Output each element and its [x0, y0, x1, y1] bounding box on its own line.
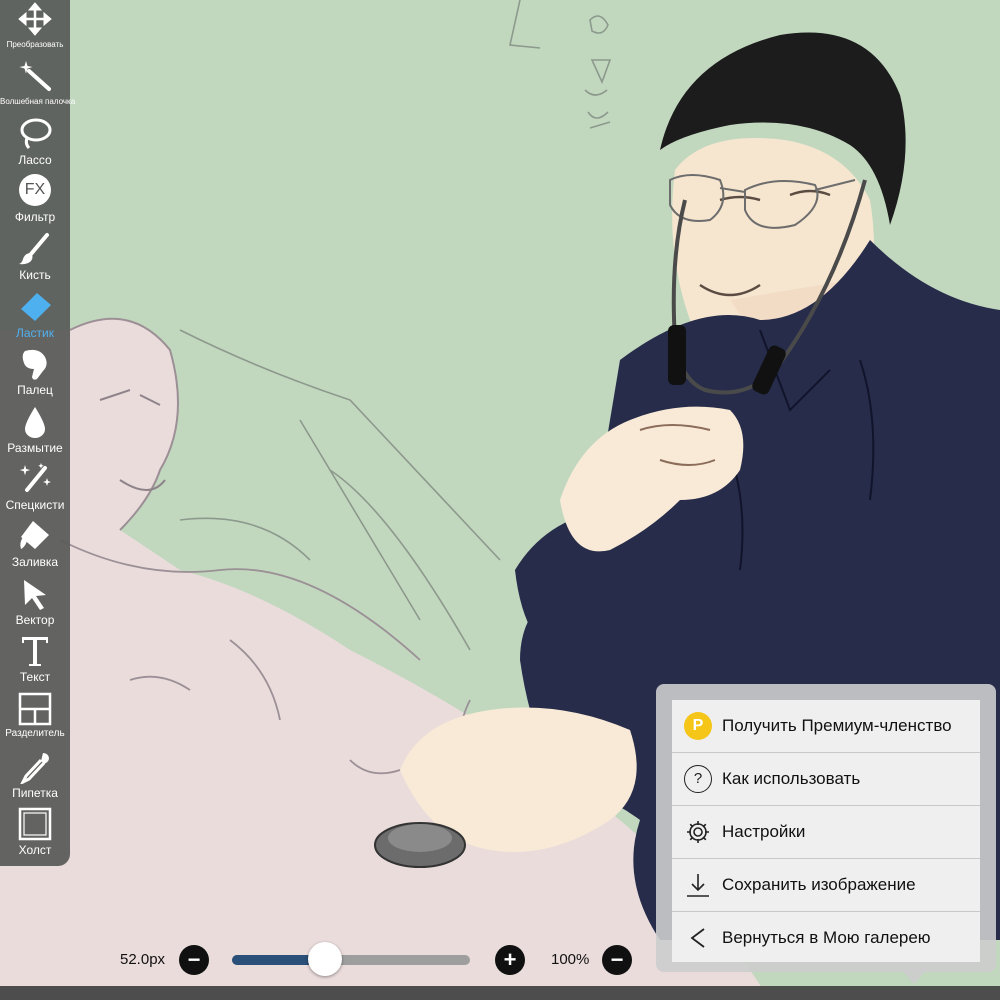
menu-item-premium[interactable]: P Получить Премиум-членство [672, 700, 980, 753]
tool-label: Разделитель [5, 728, 65, 739]
tool-text[interactable]: Текст [0, 632, 70, 688]
move-arrows-icon [18, 2, 52, 36]
bucket-fill-icon [20, 521, 49, 549]
tool-label: Преобразовать [6, 40, 64, 49]
brush-icon [19, 233, 49, 265]
lasso-icon [20, 118, 52, 150]
tool-label: Заливка [11, 555, 59, 569]
tool-eyedropper[interactable]: Пипетка [0, 748, 70, 804]
menu-item-help[interactable]: ? Как использовать [672, 753, 980, 806]
tool-label: Ластик [16, 326, 54, 340]
tool-vector[interactable]: Вектор [0, 575, 70, 631]
tool-filter[interactable]: FX Фильтр [0, 172, 70, 228]
tool-label: Размытие [7, 441, 63, 455]
magic-wand-icon [19, 61, 51, 91]
brush-size-slider[interactable] [232, 955, 470, 965]
blur-drop-icon [25, 407, 45, 438]
options-menu: P Получить Премиум-членство ? Как исполь… [656, 684, 996, 972]
zoom-out-button[interactable]: − [602, 945, 632, 975]
tool-lasso[interactable]: Лассо [0, 115, 70, 171]
tool-transform[interactable]: Преобразовать [0, 0, 70, 56]
menu-item-label: Получить Премиум-членство [722, 716, 952, 735]
tool-label: Холст [18, 843, 52, 857]
bottom-strip [0, 986, 1000, 1000]
tool-label: Лассо [18, 153, 52, 167]
tool-label: Волшебная палочка [0, 97, 76, 106]
canvas-frame-icon [18, 807, 52, 841]
tool-eraser[interactable]: Ластик [0, 288, 70, 344]
tool-label: Спецкисти [5, 498, 65, 512]
special-brush-icon [19, 463, 51, 492]
brush-size-value: 52.0px [120, 951, 166, 968]
eraser-icon [21, 293, 51, 321]
tool-special-brush[interactable]: Спецкисти [0, 460, 70, 516]
size-increase-button[interactable]: + [495, 945, 525, 975]
menu-item-settings[interactable]: Настройки [672, 806, 980, 859]
tool-label: Текст [19, 670, 51, 684]
frame-divider-icon [18, 692, 52, 726]
smudge-finger-icon [22, 349, 47, 380]
menu-item-back-to-gallery[interactable]: Вернуться в Мою галерею [672, 912, 980, 964]
back-chevron-icon [690, 928, 705, 948]
fx-filter-icon: FX [19, 174, 51, 206]
tool-smudge[interactable]: Палец [0, 345, 70, 401]
menu-item-label: Как использовать [722, 769, 861, 788]
text-t-icon [22, 637, 48, 666]
tool-label: Кисть [19, 268, 51, 282]
tool-divider[interactable]: Разделитель [0, 690, 70, 746]
eyedropper-icon [20, 753, 49, 784]
tool-sidebar: Преобразовать Волшебная палочка Лассо FX… [0, 0, 76, 866]
tool-blur[interactable]: Размытие [0, 403, 70, 459]
tool-label: Палец [17, 383, 53, 397]
menu-item-save-image[interactable]: Сохранить изображение [672, 859, 980, 912]
menu-item-label: Вернуться в Мою галерею [722, 928, 931, 947]
tool-fill[interactable]: Заливка [0, 517, 70, 573]
tool-label: Пипетка [12, 786, 58, 800]
premium-p-icon: P [684, 712, 712, 740]
help-question-icon: ? [684, 765, 712, 793]
menu-item-label: Настройки [722, 822, 806, 841]
settings-gear-icon [687, 821, 709, 843]
cursor-arrow-icon [24, 580, 46, 610]
tool-canvas[interactable]: Холст [0, 805, 70, 861]
tool-label: Фильтр [14, 210, 56, 224]
size-decrease-button[interactable]: − [179, 945, 209, 975]
zoom-level: 100% [551, 951, 590, 968]
tool-label: Вектор [15, 613, 55, 627]
menu-list: P Получить Премиум-членство ? Как исполь… [672, 700, 980, 962]
slider-thumb[interactable] [307, 942, 342, 976]
download-save-icon [687, 874, 709, 897]
tool-magic-wand[interactable]: Волшебная палочка [0, 57, 76, 113]
menu-item-label: Сохранить изображение [722, 875, 916, 894]
tool-brush[interactable]: Кисть [0, 230, 70, 286]
